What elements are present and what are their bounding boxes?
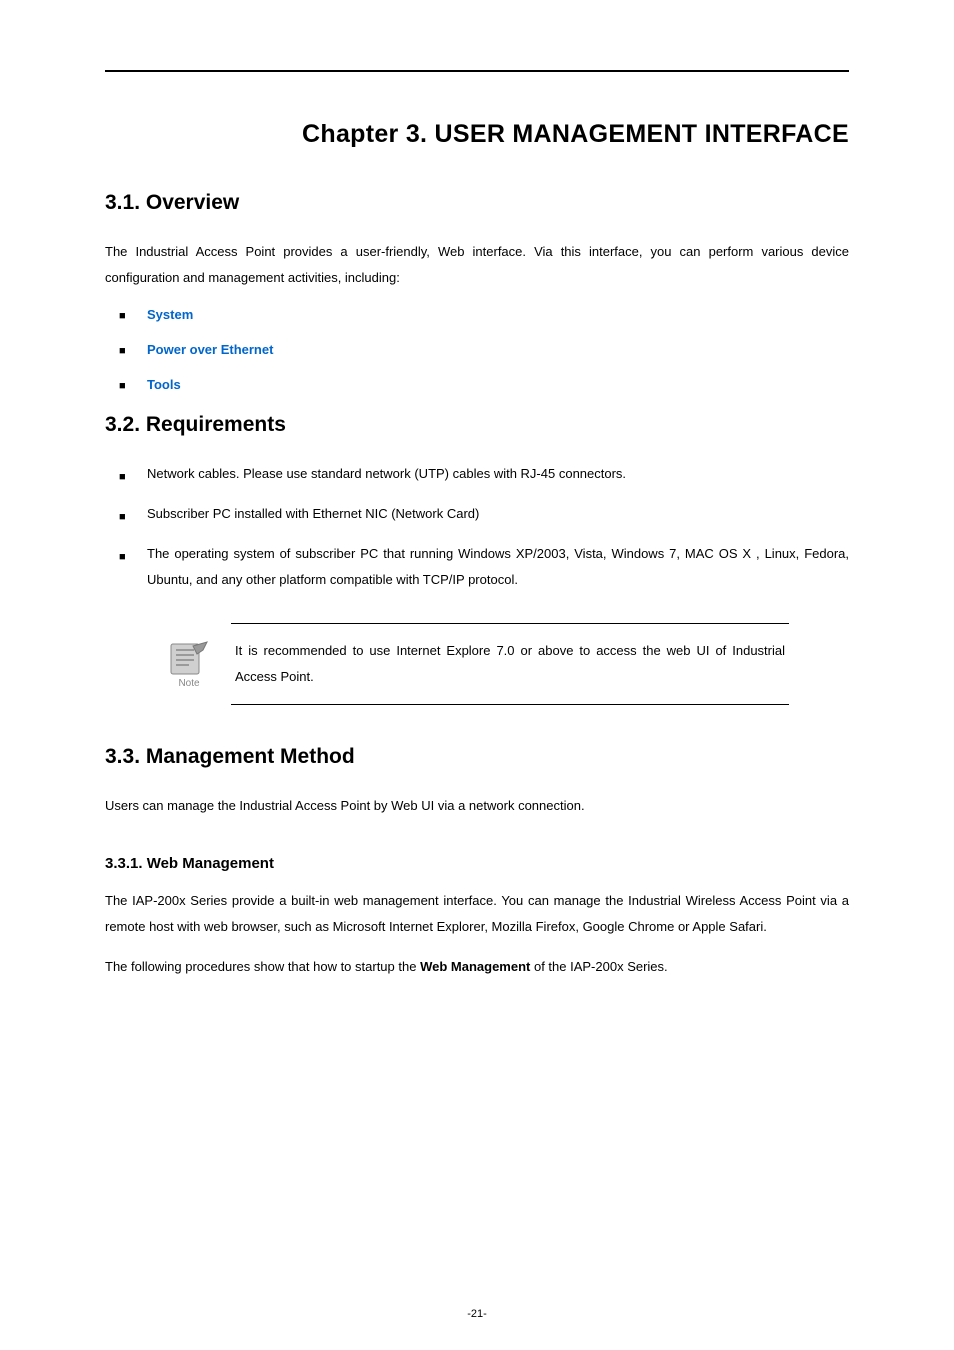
square-bullet-icon: ■ [119,546,126,568]
list-item: ■ The operating system of subscriber PC … [147,541,849,593]
para2-pre: The following procedures show that how t… [105,959,420,974]
square-bullet-icon: ■ [119,343,126,361]
note-box: Note It is recommended to use Internet E… [165,623,789,705]
list-item: ■ Tools [147,375,849,396]
chapter-title-text: USER MANAGEMENT INTERFACE [435,120,849,148]
square-bullet-icon: ■ [119,308,126,326]
square-bullet-icon: ■ [119,506,126,528]
req-item-text: The operating system of subscriber PC th… [147,546,849,587]
overview-links-list: ■ System ■ Power over Ethernet ■ Tools [105,305,849,395]
note-label: Note [178,678,199,689]
note-text: It is recommended to use Internet Explor… [231,623,789,705]
overview-intro: The Industrial Access Point provides a u… [105,239,849,291]
link-tools[interactable]: Tools [147,377,181,392]
list-item: ■ Power over Ethernet [147,340,849,361]
link-system[interactable]: System [147,307,193,322]
web-mgmt-para1: The IAP-200x Series provide a built-in w… [105,888,849,940]
req-item-text: Subscriber PC installed with Ethernet NI… [147,506,479,521]
section-heading-overview: 3.1. Overview [105,191,849,215]
top-horizontal-rule [105,70,849,72]
subsection-heading-web: 3.3.1. Web Management [105,855,849,872]
link-power-over-ethernet[interactable]: Power over Ethernet [147,342,273,357]
list-item: ■ Network cables. Please use standard ne… [147,461,849,487]
requirements-list: ■ Network cables. Please use standard ne… [105,461,849,593]
chapter-prefix: Chapter 3. [302,120,427,148]
req-item-text: Network cables. Please use standard netw… [147,466,626,481]
list-item: ■ Subscriber PC installed with Ethernet … [147,501,849,527]
list-item: ■ System [147,305,849,326]
square-bullet-icon: ■ [119,378,126,396]
page-number: -21- [0,1308,954,1320]
section-heading-mgmt: 3.3. Management Method [105,745,849,769]
note-icon: Note [165,637,213,691]
mgmt-intro: Users can manage the Industrial Access P… [105,793,849,819]
web-mgmt-para2: The following procedures show that how t… [105,954,849,980]
chapter-title: Chapter 3. USER MANAGEMENT INTERFACE [105,120,849,149]
section-heading-requirements: 3.2. Requirements [105,413,849,437]
square-bullet-icon: ■ [119,466,126,488]
para2-post: of the IAP-200x Series. [530,959,667,974]
para2-bold: Web Management [420,959,530,974]
